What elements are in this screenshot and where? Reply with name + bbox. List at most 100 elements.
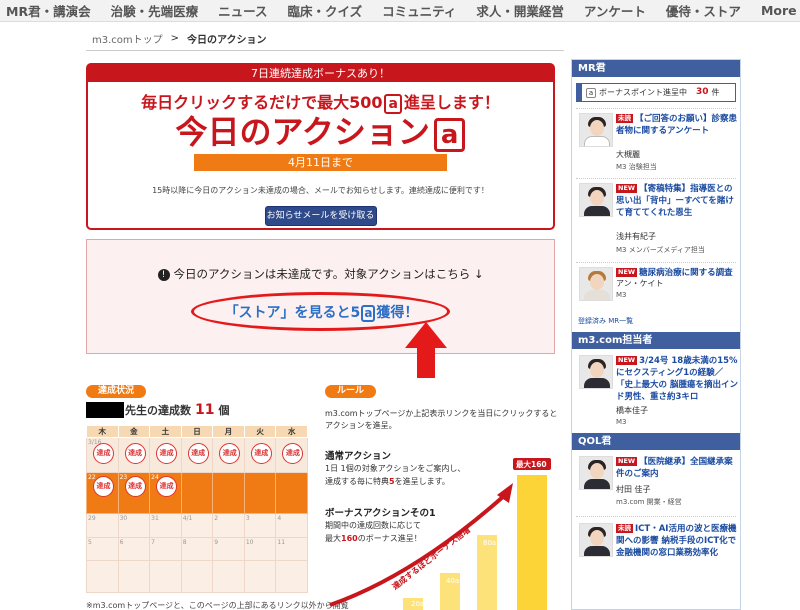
sidebar-item-name: 大槻麗 bbox=[616, 150, 640, 159]
calendar-day: 9 bbox=[212, 536, 245, 562]
bonus-bar-3-label: 80a bbox=[483, 539, 496, 547]
sidebar-item[interactable]: NEW 【寄稿特集】指導医との思い出「背中」ーすべてを賭けて育ててくれた恩生 浅井… bbox=[576, 178, 736, 262]
sidebar-item[interactable]: NEW 3/24号 18歳未満の15%にセクスティング1の経験／「史上最大の 脳腫… bbox=[576, 349, 738, 433]
bonus-tagline-pre: 毎日クリックするだけで最大500 bbox=[141, 93, 383, 112]
calendar-day bbox=[212, 560, 245, 593]
calendar-day: 3 bbox=[243, 513, 277, 538]
sidebar-item-role: m3.com 開業・経営 bbox=[616, 498, 682, 506]
email-notice: 15時以降に今日のアクション未達成の場合、メールでお知らせします。連続達成に便利… bbox=[152, 186, 489, 195]
calendar-date: 4/1 bbox=[182, 515, 193, 523]
achieved-stamp-icon: 達成 bbox=[187, 443, 209, 464]
calendar-day bbox=[212, 472, 245, 515]
calendar-day-header: 金 bbox=[117, 425, 151, 438]
bonus-tagline-post: 進呈します！ bbox=[403, 93, 500, 112]
sidebar-item-role: M3 bbox=[616, 418, 627, 426]
nav-clinical[interactable]: 臨床・クイズ bbox=[277, 1, 372, 20]
calendar-date: 7 bbox=[151, 538, 155, 546]
sidebar-item-title-text: 糖尿病治療に関する調査 bbox=[639, 268, 733, 278]
calendar-day: 4/1 bbox=[180, 513, 214, 538]
sidebar-item[interactable]: 未読 ICT・AI活用の波と医療機関への影響 納税手段のICT化で金融機関の窓口業… bbox=[576, 516, 736, 566]
sidebar-m3-header[interactable]: m3.com担当者 bbox=[572, 332, 740, 349]
nav-survey[interactable]: アンケート bbox=[574, 1, 656, 20]
bonus-points-box[interactable]: a ボーナスポイント進呈中 30 件 bbox=[576, 83, 736, 102]
calendar-day: 6 bbox=[117, 536, 151, 562]
store-action-link[interactable]: 「ストア」を見ると5 a 獲得！ bbox=[87, 302, 556, 322]
achievement-count: 11 bbox=[195, 402, 215, 418]
page-title-text: 今日のアクション bbox=[175, 113, 430, 151]
today-action-panel: ! 今日のアクションは未達成です。対象アクションはこちら ↓ 「ストア」を見ると5… bbox=[86, 239, 555, 354]
breadcrumb-home[interactable]: m3.comトップ bbox=[92, 31, 163, 46]
avatar bbox=[579, 355, 613, 389]
action-status-text: 今日のアクションは未達成です。対象アクションはこちら ↓ bbox=[173, 267, 484, 281]
calendar-day: 達成 bbox=[243, 436, 277, 474]
action-a-big-icon: a bbox=[433, 118, 466, 152]
calendar-day bbox=[86, 560, 119, 593]
calendar-week: 3/16 達成 達成 達成 達成 達成 達成 達成 bbox=[86, 436, 308, 474]
calendar-day: 8 bbox=[180, 536, 214, 562]
sidebar-item[interactable]: 未読 【ご回答のお願い】診察患者物に関するアンケート 大槻麗 M3 治験担当 bbox=[576, 108, 737, 178]
sidebar-item[interactable]: NEW 【医院継承】全国継承案件のご案内 村田 佳子 m3.com 開業・経営 bbox=[576, 450, 736, 516]
calendar-day: 29 bbox=[86, 513, 119, 538]
breadcrumb-current: 今日のアクション bbox=[187, 35, 267, 46]
avatar bbox=[579, 183, 613, 217]
achieved-stamp-icon: 達成 bbox=[156, 476, 178, 498]
nav-store[interactable]: 優待・ストア bbox=[656, 1, 751, 20]
new-badge: NEW bbox=[616, 457, 638, 466]
new-badge: NEW bbox=[616, 184, 638, 193]
calendar-day bbox=[275, 560, 308, 593]
achievement-unit: 個 bbox=[218, 404, 230, 417]
calendar-date: 11 bbox=[277, 538, 286, 546]
calendar-day: 22 達成 bbox=[86, 472, 119, 515]
achievement-label: 達成状況 bbox=[86, 385, 147, 398]
nav-community[interactable]: コミュニティ bbox=[372, 1, 466, 20]
calendar-day: 10 bbox=[243, 536, 277, 562]
sidebar: MR君 a ボーナスポイント進呈中 30 件 未読 【ご回答のお願い】診察患者物に… bbox=[571, 59, 741, 610]
sidebar-item-name: 浅井有紀子 bbox=[616, 232, 656, 241]
sidebar-mr-header[interactable]: MR君 bbox=[572, 60, 740, 77]
sidebar-item[interactable]: NEW 糖尿病治療に関する調査 アン・ケイト M3 bbox=[576, 262, 736, 314]
achievement-title: 先生の達成数 11 個 bbox=[86, 402, 229, 418]
achieved-stamp-icon: 達成 bbox=[93, 443, 114, 464]
nav-more[interactable]: More bbox=[751, 3, 800, 18]
sidebar-item-title[interactable]: NEW 【寄稿特集】指導医との思い出「背中」ーすべてを賭けて育ててくれた恩生 bbox=[616, 183, 740, 219]
achieved-stamp-icon: 達成 bbox=[156, 443, 178, 464]
achieved-stamp-icon: 達成 bbox=[282, 443, 304, 464]
calendar-week: 22 達成 23 達成 24 達成 bbox=[86, 472, 308, 515]
calendar-day bbox=[275, 472, 308, 515]
sidebar-item-role: M3 bbox=[616, 291, 627, 299]
calendar-footnote: ※m3.comトップページと、このページの上部にあるリンク以外から開覧 bbox=[86, 601, 349, 610]
receive-email-button[interactable]: お知らせメールを受け取る bbox=[264, 206, 377, 226]
sidebar-item-title[interactable]: 未読 【ご回答のお願い】診察患者物に関するアンケート bbox=[616, 113, 740, 137]
mr-list-link[interactable]: 登録済み MR一覧 bbox=[578, 316, 734, 326]
max-label: 最大160 bbox=[516, 459, 547, 469]
calendar-day-header: 土 bbox=[149, 425, 182, 438]
redacted-name bbox=[86, 402, 124, 418]
sidebar-item-title-text: ICT・AI活用の波と医療機関への影響 納税手段のICT化で金融機関の窓口業務効… bbox=[616, 524, 737, 558]
calendar-day: 31 bbox=[149, 513, 182, 538]
nav-news[interactable]: ニュース bbox=[208, 1, 277, 20]
nav-jobs[interactable]: 求人・開業経営 bbox=[466, 1, 574, 20]
calendar-date: 3 bbox=[245, 515, 250, 523]
achievement-suffix: 先生の達成数 bbox=[125, 404, 191, 417]
top-nav: MR君・講演会 治験・先端医療 ニュース 臨床・クイズ コミュニティ 求人・開業… bbox=[0, 0, 800, 22]
calendar-date: 4 bbox=[277, 515, 282, 523]
calendar-day-header: 月 bbox=[212, 425, 245, 438]
bonus-bar-2-label: 40a bbox=[446, 577, 459, 585]
sidebar-item-title[interactable]: NEW 3/24号 18歳未満の15%にセクスティング1の経験／「史上最大の 脳腫… bbox=[616, 355, 740, 403]
calendar-date: 9 bbox=[214, 538, 219, 546]
calendar-day: 達成 bbox=[275, 436, 308, 474]
sidebar-item-title[interactable]: NEW 【医院継承】全国継承案件のご案内 bbox=[616, 456, 740, 480]
sidebar-item-role: M3 治験担当 bbox=[616, 163, 657, 171]
unread-badge: 未読 bbox=[616, 114, 633, 123]
sidebar-qol-header[interactable]: QOL君 bbox=[572, 433, 740, 450]
nav-mr[interactable]: MR君・講演会 bbox=[0, 1, 101, 20]
calendar-day bbox=[243, 560, 277, 593]
sidebar-item-name: 橋本佳子 bbox=[616, 406, 648, 415]
sidebar-item-title[interactable]: 未読 ICT・AI活用の波と医療機関への影響 納税手段のICT化で金融機関の窓口業… bbox=[616, 523, 740, 559]
store-link-pre: 「ストア」を見ると5 bbox=[224, 305, 361, 321]
nav-trials[interactable]: 治験・先端医療 bbox=[101, 1, 209, 20]
bonus-panel: 7日連続達成ボーナスあり！ 毎日クリックするだけで最大500 a 進呈します！ 今日… bbox=[86, 63, 555, 230]
breadcrumb: m3.comトップ > 今日のアクション bbox=[92, 31, 267, 46]
calendar-day: 5 bbox=[86, 536, 119, 562]
action-status: ! 今日のアクションは未達成です。対象アクションはこちら ↓ bbox=[87, 266, 554, 282]
